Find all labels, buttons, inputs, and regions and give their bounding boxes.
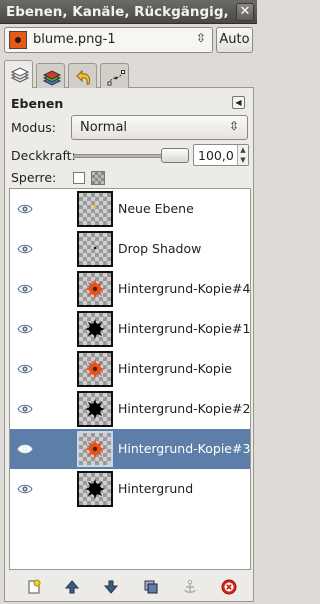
channels-tab-icon <box>42 70 62 86</box>
undo-history-tab-icon <box>76 69 91 85</box>
raise-layer-button[interactable] <box>61 576 83 598</box>
opacity-label: Deckkraft: <box>11 148 76 163</box>
lock-label: Sperre: <box>11 170 57 185</box>
opacity-slider-handle[interactable] <box>161 148 189 163</box>
layer-name: Hintergrund-Kopie#1 <box>118 321 251 336</box>
tab-layers[interactable] <box>4 60 33 89</box>
image-selector[interactable]: blume.png-1 ⇳ <box>4 27 213 53</box>
tab-undo-history[interactable] <box>68 63 97 88</box>
mode-value: Normal <box>80 120 128 135</box>
lock-pixels-checkbox[interactable] <box>73 172 85 184</box>
duplicate-layer-icon <box>144 580 158 594</box>
delete-layer-button[interactable] <box>218 576 240 598</box>
spin-arrows-icon[interactable]: ▲ ▼ <box>237 145 248 165</box>
layer-thumbnail[interactable] <box>77 311 113 347</box>
layer-row[interactable]: Hintergrund-Kopie#3 <box>10 429 250 469</box>
layer-row[interactable]: Hintergrund <box>10 469 250 509</box>
layer-row[interactable]: Hintergrund-Kopie <box>10 349 250 389</box>
panel-title: Ebenen <box>11 96 64 111</box>
layer-thumbnail[interactable] <box>77 471 113 507</box>
panel-menu-icon[interactable]: ◀ <box>232 96 245 109</box>
layer-thumbnail[interactable] <box>77 231 113 267</box>
anchor-layer-button[interactable] <box>179 576 201 598</box>
layer-list[interactable]: Neue Ebene Drop Shadow Hintergrund-Kopie… <box>9 188 251 570</box>
image-thumbnail <box>9 31 27 49</box>
window-title: Ebenen, Kanäle, Rückgängig, Pfade - Pins… <box>6 4 228 20</box>
layer-row[interactable]: Hintergrund-Kopie#4 <box>10 269 250 309</box>
eye-visibility-icon[interactable] <box>17 443 33 455</box>
layer-thumbnail[interactable] <box>77 351 113 387</box>
eye-visibility-icon[interactable] <box>17 323 33 335</box>
new-layer-button[interactable] <box>23 576 45 598</box>
delete-layer-icon <box>221 579 237 595</box>
layer-row[interactable]: Hintergrund-Kopie#2 <box>10 389 250 429</box>
eye-visibility-icon[interactable] <box>17 403 33 415</box>
opacity-spinbutton[interactable]: 100,0 ▲ ▼ <box>193 144 249 166</box>
lock-alpha-icon[interactable] <box>91 171 105 185</box>
layer-row[interactable]: Drop Shadow <box>10 229 250 269</box>
eye-visibility-icon[interactable] <box>17 483 33 495</box>
layer-row[interactable]: Neue Ebene <box>10 189 250 229</box>
eye-visibility-icon[interactable] <box>17 363 33 375</box>
layer-name: Hintergrund-Kopie#4 <box>118 281 251 296</box>
layer-thumbnail[interactable] <box>77 391 113 427</box>
raise-layer-icon <box>64 580 80 594</box>
lower-layer-icon <box>103 580 119 594</box>
dock-tabs <box>4 60 254 89</box>
anchor-layer-icon <box>184 579 196 593</box>
image-name: blume.png-1 <box>33 32 116 47</box>
close-icon[interactable]: ✕ <box>236 3 254 21</box>
tab-channels[interactable] <box>36 63 65 88</box>
layer-name: Hintergrund <box>118 481 194 496</box>
eye-visibility-icon[interactable] <box>17 243 33 255</box>
layer-name: Drop Shadow <box>118 241 202 256</box>
layer-thumbnail[interactable] <box>77 271 113 307</box>
layers-tab-icon <box>10 67 30 83</box>
auto-button[interactable]: Auto <box>216 27 253 53</box>
title-bar[interactable]: Ebenen, Kanäle, Rückgängig, Pfade - Pins… <box>0 0 257 24</box>
layer-name: Hintergrund-Kopie#3 <box>118 441 251 456</box>
layer-thumbnail[interactable] <box>77 191 113 227</box>
eye-visibility-icon[interactable] <box>17 283 33 295</box>
layer-button-bar <box>9 574 251 600</box>
mode-select[interactable]: Normal ⇳ <box>71 115 248 140</box>
opacity-value: 100,0 <box>198 148 234 163</box>
tab-paths[interactable] <box>100 63 129 88</box>
chevron-updown-icon: ⇳ <box>195 31 206 45</box>
mode-label: Modus: <box>11 120 57 135</box>
layers-panel: Ebenen ◀ Modus: Normal ⇳ Deckkraft: 100,… <box>4 88 254 602</box>
duplicate-layer-button[interactable] <box>140 576 162 598</box>
layer-row[interactable]: Hintergrund-Kopie#1 <box>10 309 250 349</box>
layer-name: Hintergrund-Kopie#2 <box>118 401 251 416</box>
new-layer-icon <box>28 579 41 594</box>
chevron-updown-icon: ⇳ <box>228 119 239 133</box>
layer-name: Neue Ebene <box>118 201 194 216</box>
paths-tab-icon <box>107 70 125 86</box>
eye-visibility-icon[interactable] <box>17 203 33 215</box>
layer-name: Hintergrund-Kopie <box>118 361 232 376</box>
layer-thumbnail[interactable] <box>77 431 113 467</box>
lower-layer-button[interactable] <box>100 576 122 598</box>
